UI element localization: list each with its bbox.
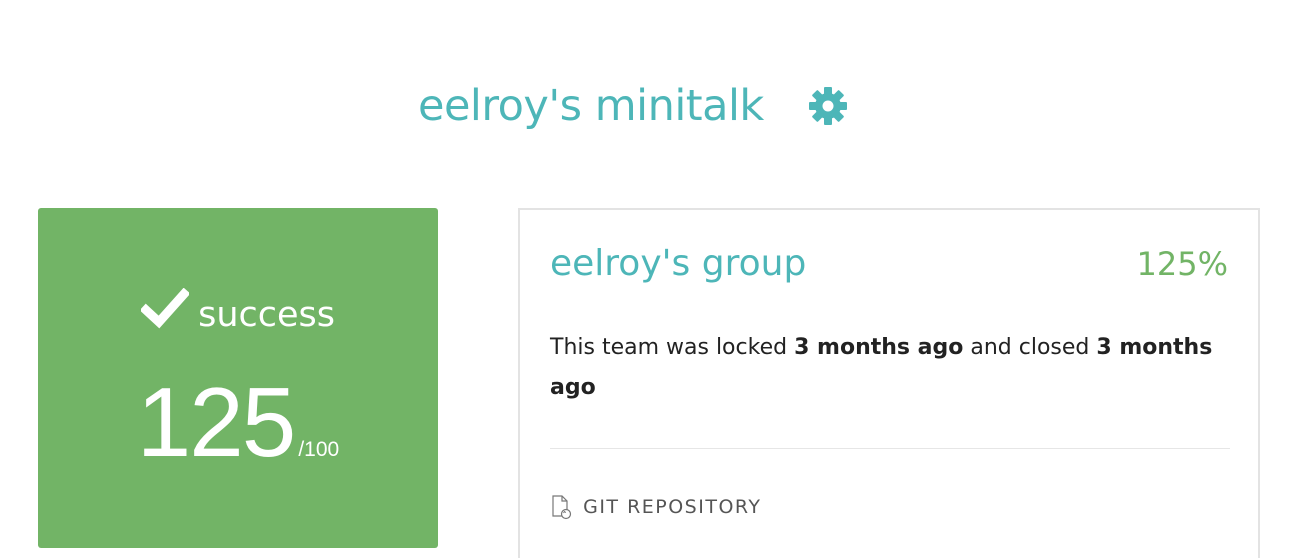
check-icon [139,287,191,330]
page: eelroy's minitalk success 125 /100 eelro… [0,0,1306,558]
git-repository-label: GIT REPOSITORY [583,496,762,518]
divider [550,448,1230,449]
score-max: /100 [298,438,340,461]
score-row: 125/100 [38,366,438,479]
gear-icon[interactable] [806,84,850,128]
group-name[interactable]: eelroy's group [550,240,806,288]
file-sync-icon [550,494,572,520]
lock-status-text: This team was locked 3 months ago and cl… [550,328,1230,408]
score-value: 125 [136,367,297,477]
git-repository-link[interactable]: GIT REPOSITORY [550,494,762,524]
header: eelroy's minitalk [0,78,1306,138]
group-percent: 125% [1136,245,1228,283]
lock-middle: and closed [963,335,1097,360]
group-detail-card: eelroy's group 125% This team was locked… [518,208,1260,558]
status-label: success [198,295,335,335]
lock-prefix: This team was locked [550,335,795,360]
project-title: eelroy's minitalk [418,81,764,131]
score-card: success 125/100 [38,208,438,548]
locked-time: 3 months ago [794,335,964,360]
status-row: success [38,287,438,335]
